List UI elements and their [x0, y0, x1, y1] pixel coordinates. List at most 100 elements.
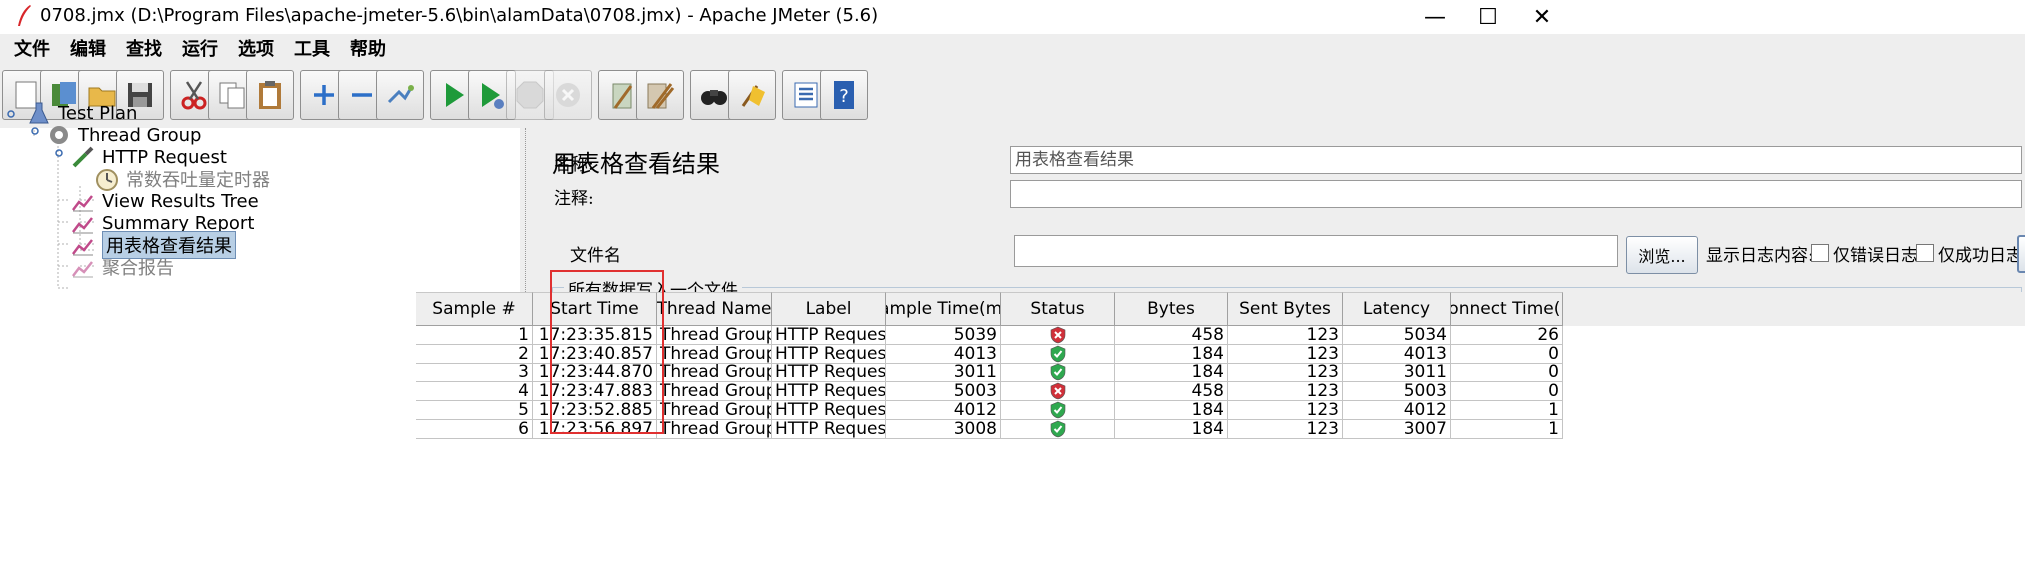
table-row[interactable]: 217:23:40.857Thread Group 1-1HTTP Reques… [416, 344, 1563, 364]
cell-thread-name: Thread Group 1-1 [657, 400, 772, 420]
table-row[interactable]: 617:23:56.897Thread Group 1-1HTTP Reques… [416, 419, 1563, 439]
cell-start-time: 17:23:40.857 [533, 344, 657, 364]
cell-thread-name: Thread Group 1-1 [657, 382, 772, 402]
cell-connect-time: 26 [1451, 326, 1563, 345]
cell-bytes: 458 [1115, 326, 1228, 345]
function-helper-icon [794, 82, 818, 108]
svg-text:?: ? [839, 86, 849, 107]
cell-sample: 1 [416, 326, 533, 345]
table-row[interactable]: 117:23:35.815Thread Group 1-1HTTP Reques… [416, 326, 1563, 345]
column-header-bytes[interactable]: Bytes [1115, 292, 1228, 326]
cell-thread-name: Thread Group 1-1 [657, 326, 772, 345]
cell-start-time: 17:23:47.883 [533, 382, 657, 402]
thread-group-expand-handle[interactable] [30, 126, 40, 136]
cell-connect-time: 0 [1451, 382, 1563, 402]
clear-all-button[interactable] [636, 70, 684, 120]
cell-label: HTTP Request [772, 363, 886, 383]
column-header-label[interactable]: Label [772, 292, 886, 326]
column-header-status[interactable]: Status [1001, 292, 1115, 326]
table-row[interactable]: 517:23:52.885Thread Group 1-1HTTP Reques… [416, 400, 1563, 420]
success-only-checkbox[interactable] [1916, 244, 1934, 262]
shield-check-icon [1050, 345, 1065, 362]
tree-node-aggregate-report[interactable]: 聚合报告 [70, 254, 174, 280]
toolbar: ? [0, 66, 2025, 126]
shutdown-button[interactable] [544, 70, 592, 120]
column-header-thread-name[interactable]: Thread Name [657, 292, 772, 326]
cell-sample: 3 [416, 363, 533, 383]
cell-bytes: 184 [1115, 419, 1228, 439]
filename-label: 文件名 [570, 246, 621, 266]
menu-edit[interactable]: 编辑 [56, 34, 106, 66]
cell-connect-time: 1 [1451, 400, 1563, 420]
title-bar: 0708.jmx (D:\Program Files\apache-jmeter… [0, 0, 2025, 34]
table-header: Sample # Start Time Thread Name Label Sa… [416, 292, 2025, 326]
menu-help[interactable]: 帮助 [336, 34, 386, 66]
menu-search[interactable]: 查找 [112, 34, 162, 66]
table-row[interactable]: 417:23:47.883Thread Group 1-1HTTP Reques… [416, 382, 1563, 402]
tree-label: 聚合报告 [102, 258, 174, 279]
shield-check-icon [1050, 401, 1065, 419]
shield-x-icon [1050, 382, 1065, 400]
gear-icon [50, 126, 68, 144]
log-content-label: 显示日志内容: [1706, 246, 1814, 266]
cell-sample: 6 [416, 419, 533, 439]
cell-start-time: 17:23:44.870 [533, 363, 657, 383]
minimize-button[interactable]: — [1405, 0, 1465, 34]
toggle-button[interactable] [376, 70, 424, 120]
cell-status [1001, 326, 1115, 345]
tree-label: View Results Tree [102, 190, 259, 212]
comment-field[interactable] [1010, 180, 2022, 208]
name-field[interactable]: 用表格查看结果 [1010, 146, 2022, 174]
tree-label: Test Plan [58, 102, 138, 124]
cell-bytes: 184 [1115, 363, 1228, 383]
jmeter-feather-icon [18, 5, 31, 26]
start-no-pause-icon [482, 83, 504, 109]
comment-label: 注释: [554, 189, 594, 209]
cell-start-time: 17:23:52.885 [533, 400, 657, 420]
cell-thread-name: Thread Group 1-1 [657, 363, 772, 383]
cell-sent-bytes: 123 [1228, 400, 1343, 420]
menu-bar: 文件 编辑 查找 运行 选项 工具 帮助 [0, 34, 2025, 66]
menu-run[interactable]: 运行 [168, 34, 218, 66]
cell-latency: 4012 [1343, 400, 1451, 420]
reset-search-button[interactable] [728, 70, 776, 120]
column-header-latency[interactable]: Latency [1343, 292, 1451, 326]
results-table: Sample # Start Time Thread Name Label Sa… [416, 292, 2025, 576]
column-header-sample[interactable]: Sample # [416, 292, 533, 326]
paste-button[interactable] [246, 70, 294, 120]
close-button[interactable]: ✕ [1512, 0, 1572, 34]
table-row[interactable]: 317:23:44.870Thread Group 1-1HTTP Reques… [416, 363, 1563, 383]
cell-latency: 5003 [1343, 382, 1451, 402]
menu-options[interactable]: 选项 [224, 34, 274, 66]
cell-bytes: 458 [1115, 382, 1228, 402]
success-only-label: 仅成功日志 [1938, 246, 2023, 266]
clear-icon [612, 83, 633, 109]
test-plan-expand-handle[interactable] [6, 109, 16, 119]
errors-only-checkbox[interactable] [1811, 244, 1829, 262]
shutdown-icon [556, 83, 580, 107]
menu-file[interactable]: 文件 [0, 34, 50, 66]
cell-sent-bytes: 123 [1228, 363, 1343, 383]
window-title: 0708.jmx (D:\Program Files\apache-jmeter… [40, 5, 879, 26]
cell-sample: 2 [416, 344, 533, 364]
cell-latency: 3011 [1343, 363, 1451, 383]
cell-sample: 5 [416, 400, 533, 420]
column-header-start-time[interactable]: Start Time [533, 292, 657, 326]
http-request-expand-handle[interactable] [54, 148, 64, 158]
cell-status [1001, 400, 1115, 420]
column-header-sample-time[interactable]: Sample Time(ms) [886, 292, 1001, 326]
cell-start-time: 17:23:35.815 [533, 326, 657, 345]
menu-tools[interactable]: 工具 [280, 34, 330, 66]
column-header-connect-time[interactable]: Connect Time(... [1451, 292, 1563, 326]
browse-button[interactable]: 浏览... [1626, 236, 1698, 274]
cell-sample-time: 3011 [886, 363, 1001, 383]
help-button[interactable]: ? [820, 70, 868, 120]
cell-status [1001, 344, 1115, 364]
column-header-sent-bytes[interactable]: Sent Bytes [1228, 292, 1343, 326]
cell-sample: 4 [416, 382, 533, 402]
copy-icon [219, 82, 245, 109]
tree-label: HTTP Request [102, 146, 227, 168]
configure-button[interactable]: 配置 [2017, 235, 2025, 273]
filename-field[interactable] [1014, 235, 1618, 267]
maximize-button[interactable]: ☐ [1458, 0, 1518, 34]
